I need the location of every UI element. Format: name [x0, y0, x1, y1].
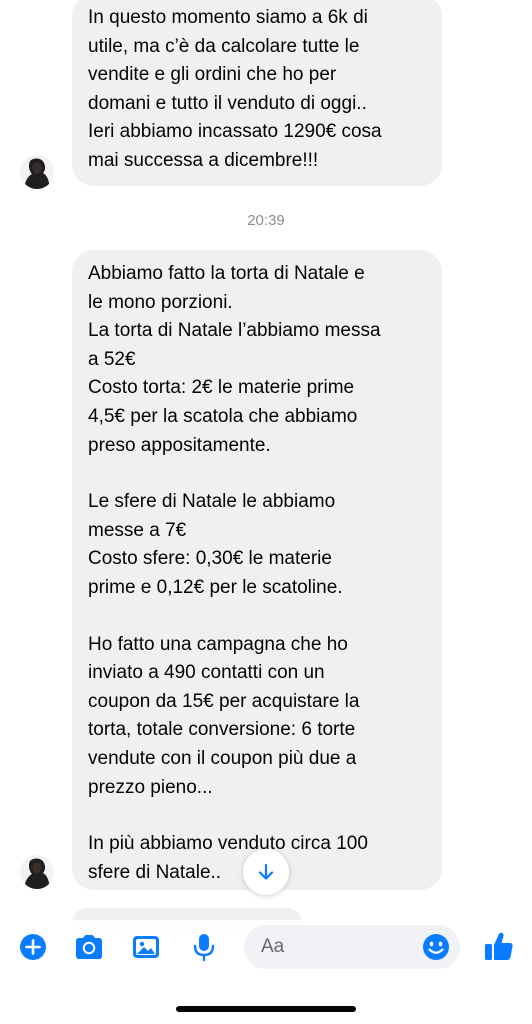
message-text-line: vendite e gli ordini che ho per: [88, 64, 337, 86]
plus-button[interactable]: [17, 931, 49, 963]
sender-avatar[interactable]: [20, 155, 54, 189]
home-indicator: [176, 1006, 356, 1012]
message-text-line: torta, totale conversione: 6 torte: [88, 719, 356, 741]
message-text-line: prezzo pieno...: [88, 776, 213, 798]
avatar-image: [20, 155, 54, 189]
message-text-line: messe a 7€: [88, 519, 187, 541]
camera-icon: [76, 935, 102, 959]
message-text-line: Le sfere di Natale le abbiamo: [88, 491, 336, 513]
arrow-down-icon: [258, 863, 274, 880]
gallery-button[interactable]: [130, 931, 162, 963]
message-text-line: coupon da 15€ per acquistare la: [88, 690, 360, 712]
message-text-line: Costo sfere: 0,30€ le materie: [88, 548, 332, 570]
message-text-line: Ho fatto una campagna che ho: [88, 633, 348, 655]
sender-avatar[interactable]: [20, 855, 54, 889]
emoji-button[interactable]: [422, 933, 450, 961]
scroll-to-bottom-button[interactable]: [243, 849, 289, 895]
avatar-image: [20, 855, 54, 889]
message-text-line: 4,5€ per la scatola che abbiamo: [88, 405, 358, 427]
message-input-placeholder: Aa: [261, 936, 285, 957]
message-timestamp: 20:39: [247, 212, 285, 229]
plus-icon: [20, 934, 46, 960]
message-text-line: Abbiamo fatto la torta di Natale e: [88, 263, 365, 284]
message-text-line: In questo momento siamo a 6k di: [88, 7, 368, 28]
message-text-line: domani e tutto il venduto di oggi..: [88, 92, 367, 114]
message-text-line: a 52€: [88, 348, 136, 370]
thumbs-up-icon: [485, 932, 513, 960]
message-text-line: utile, ma c’è da calcolare tutte le: [88, 35, 360, 57]
microphone-icon: [193, 934, 215, 962]
message-bubble[interactable]: Abbiamo fatto la torta di Natale e le mo…: [72, 250, 442, 890]
message-text-line: prime e 0,12€ per le scatoline.: [88, 576, 343, 598]
message-bubble[interactable]: In questo momento siamo a 6k di utile, m…: [72, 0, 442, 186]
message-text-line: La torta di Natale l’abbiamo messa: [88, 320, 381, 342]
voice-button[interactable]: [188, 931, 220, 963]
message-text-line: preso appositamente.: [88, 434, 271, 456]
like-button[interactable]: [481, 928, 517, 964]
camera-button[interactable]: [73, 931, 105, 963]
message-text-line: le mono porzioni.: [88, 291, 233, 313]
message-text-line: vendute con il coupon più due a: [88, 747, 357, 769]
message-text-line: mai successa a dicembre!!!: [88, 149, 319, 171]
message-text-line: inviato a 490 contatti con un: [88, 662, 325, 684]
message-text-line: Ieri abbiamo incassato 1290€ cosa: [88, 121, 382, 143]
emoji-icon: [423, 934, 449, 960]
image-icon: [133, 936, 159, 958]
message-text-line: Costo torta: 2€ le materie prime: [88, 377, 355, 399]
